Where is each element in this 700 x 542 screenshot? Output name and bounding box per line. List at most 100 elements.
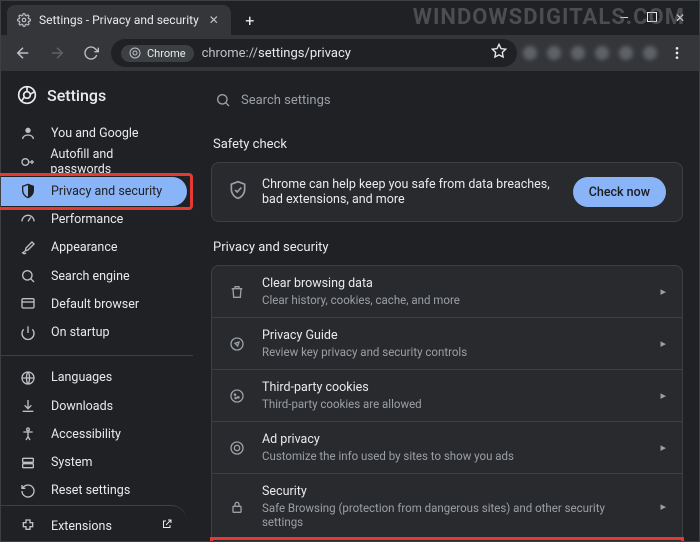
speed-icon <box>19 211 37 229</box>
shield-check-icon <box>228 180 248 204</box>
sidebar-item-label: Extensions <box>51 519 112 534</box>
row-title: Privacy Guide <box>262 328 646 343</box>
chevron-right-icon: ▸ <box>660 285 668 298</box>
sidebar-item-downloads[interactable]: Downloads <box>1 392 187 420</box>
compass-icon <box>226 336 248 352</box>
sidebar-item-autofill[interactable]: Autofill and passwords <box>1 147 187 177</box>
power-icon <box>19 324 37 342</box>
extension-icon <box>19 517 37 535</box>
menu-button[interactable] <box>663 39 691 67</box>
window-controls: — ✕ <box>617 11 693 25</box>
tab-close-icon[interactable]: ✕ <box>207 13 221 27</box>
sidebar-item-privacy-security[interactable]: Privacy and security <box>1 177 187 205</box>
sidebar-item-label: Search engine <box>51 269 130 284</box>
sidebar-item-label: Default browser <box>51 297 139 312</box>
accessibility-icon <box>19 425 37 443</box>
row-title: Clear browsing data <box>262 276 646 291</box>
sidebar-item-label: Privacy and security <box>51 184 162 199</box>
external-link-icon <box>161 518 173 534</box>
sidebar-item-label: Performance <box>51 212 123 227</box>
check-now-button[interactable]: Check now <box>573 177 666 207</box>
minimize-button[interactable]: — <box>617 11 631 25</box>
sidebar-item-on-startup[interactable]: On startup <box>1 319 187 347</box>
chevron-right-icon: ▸ <box>660 441 668 454</box>
sidebar-item-accessibility[interactable]: Accessibility <box>1 420 187 448</box>
sidebar-item-label: Accessibility <box>51 427 121 442</box>
download-icon <box>19 397 37 415</box>
sidebar-item-extensions[interactable]: Extensions <box>1 505 187 541</box>
browser-toolbar: Chrome chrome://settings/privacy <box>1 35 699 71</box>
sidebar-item-system[interactable]: System <box>1 448 187 476</box>
maximize-button[interactable] <box>645 11 659 25</box>
chrome-logo-icon <box>17 85 37 105</box>
sidebar-item-languages[interactable]: Languages <box>1 364 187 392</box>
sidebar-divider <box>1 355 193 356</box>
row-clear-browsing-data[interactable]: Clear browsing data Clear history, cookie… <box>212 266 682 317</box>
safety-check-heading: Safety check <box>213 137 683 152</box>
sidebar-item-default-browser[interactable]: Default browser <box>1 290 187 318</box>
row-site-settings[interactable]: Site settingsControls what information s… <box>212 539 682 541</box>
close-button[interactable]: ✕ <box>673 11 687 25</box>
new-tab-button[interactable]: + <box>237 7 263 33</box>
chrome-chip: Chrome <box>121 45 194 62</box>
row-sub: Clear history, cookies, cache, and more <box>262 293 646 307</box>
sidebar-item-label: Downloads <box>51 399 113 414</box>
row-sub: Safe Browsing (protection from dangerous… <box>262 501 646 529</box>
safety-check-card: Chrome can help keep you safe from data … <box>211 162 683 222</box>
settings-title: Settings <box>47 86 106 105</box>
sidebar-item-search-engine[interactable]: Search engine <box>1 262 187 290</box>
row-title: Ad privacy <box>262 432 646 447</box>
sidebar-item-reset[interactable]: Reset settings <box>1 477 187 505</box>
settings-favicon-icon <box>17 13 31 27</box>
row-sub: Third-party cookies are allowed <box>262 397 646 411</box>
search-settings-input[interactable]: Search settings <box>211 92 331 108</box>
autofill-icon <box>19 153 36 171</box>
globe-icon <box>19 369 37 387</box>
ad-privacy-icon <box>226 440 248 456</box>
settings-main: Search settings Safety check Chrome can … <box>193 71 699 541</box>
forward-button[interactable] <box>43 39 71 67</box>
safety-check-text: Chrome can help keep you safe from data … <box>262 177 559 207</box>
sidebar-item-performance[interactable]: Performance <box>1 206 187 234</box>
url-text: chrome://settings/privacy <box>202 46 351 61</box>
browser-tab[interactable]: Settings - Privacy and security ✕ <box>7 5 231 35</box>
privacy-security-list: Clear browsing data Clear history, cookie… <box>211 265 683 541</box>
search-placeholder: Search settings <box>241 93 331 108</box>
sidebar-item-label: On startup <box>51 325 109 340</box>
back-button[interactable] <box>9 39 37 67</box>
sidebar-item-label: Autofill and passwords <box>50 147 173 177</box>
window-titlebar: Settings - Privacy and security ✕ + — ✕ <box>1 1 699 35</box>
bookmark-star-icon[interactable] <box>491 43 507 63</box>
row-privacy-guide[interactable]: Privacy Guide Review key privacy and secu… <box>212 317 682 369</box>
chevron-right-icon: ▸ <box>660 389 668 402</box>
default-browser-icon <box>19 295 37 313</box>
row-sub: Review key privacy and security controls <box>262 345 646 359</box>
shield-icon <box>19 182 37 200</box>
settings-sidebar: Settings You and Google Autofill and pas… <box>1 71 193 541</box>
row-third-party-cookies[interactable]: Third-party cookies Third-party cookies a… <box>212 369 682 421</box>
reload-button[interactable] <box>77 39 105 67</box>
person-icon <box>19 124 37 142</box>
reset-icon <box>19 482 37 500</box>
chrome-chip-label: Chrome <box>147 47 186 60</box>
row-sub: Customize the info used by sites to show… <box>262 449 646 463</box>
sidebar-item-label: Appearance <box>51 240 118 255</box>
row-title: Third-party cookies <box>262 380 646 395</box>
sidebar-item-label: Reset settings <box>51 483 130 498</box>
row-title: Security <box>262 484 646 499</box>
row-security[interactable]: Security Safe Browsing (protection from d… <box>212 473 682 539</box>
chevron-right-icon: ▸ <box>660 337 668 350</box>
sidebar-item-you-and-google[interactable]: You and Google <box>1 119 187 147</box>
trash-icon <box>226 284 248 300</box>
privacy-security-heading: Privacy and security <box>213 240 683 255</box>
sidebar-item-label: Languages <box>51 370 112 385</box>
settings-header: Settings <box>1 81 193 119</box>
search-icon <box>19 267 37 285</box>
system-icon <box>19 454 37 472</box>
cookie-icon <box>226 388 248 404</box>
row-ad-privacy[interactable]: Ad privacy Customize the info used by sit… <box>212 421 682 473</box>
sidebar-item-appearance[interactable]: Appearance <box>1 234 187 262</box>
sidebar-item-label: You and Google <box>51 126 139 141</box>
address-bar[interactable]: Chrome chrome://settings/privacy <box>111 39 517 67</box>
brush-icon <box>19 239 37 257</box>
